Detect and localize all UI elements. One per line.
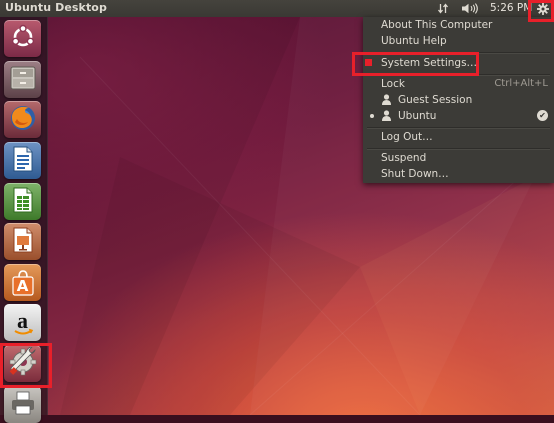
menu-item-shut-down[interactable]: Shut Down… (381, 167, 449, 181)
launcher-calc[interactable] (4, 183, 41, 220)
launcher-printer[interactable] (4, 386, 41, 423)
software-center-glyph: A (16, 276, 29, 295)
launcher-files[interactable] (4, 61, 41, 98)
menu-separator (367, 148, 550, 150)
menu-item-lock[interactable]: Lock (381, 77, 405, 91)
firefox-icon (9, 104, 37, 136)
amazon-icon: a (10, 309, 36, 337)
launcher-firefox[interactable] (4, 101, 41, 138)
menu-item-guest-session[interactable]: Guest Session (398, 93, 472, 107)
lock-shortcut: Ctrl+Alt+L (494, 78, 548, 89)
launcher-writer[interactable] (4, 142, 41, 179)
impress-presentation-icon (10, 226, 36, 258)
menu-item-help[interactable]: Ubuntu Help (381, 34, 447, 48)
launcher-amazon[interactable]: a (4, 304, 41, 341)
menu-item-about[interactable]: About This Computer (381, 18, 492, 32)
ubuntu-logo-icon (10, 24, 36, 54)
shopping-bag-icon: A (10, 269, 36, 297)
printer-icon (9, 390, 37, 420)
window-title: Ubuntu Desktop (5, 1, 107, 14)
calc-spreadsheet-icon (10, 186, 36, 218)
highlight-gear-icon (528, 0, 554, 22)
top-panel: Ubuntu Desktop 5:26 PM (0, 0, 554, 17)
menu-item-log-out[interactable]: Log Out… (381, 130, 433, 144)
session-menu: About This Computer Ubuntu Help System S… (363, 17, 554, 183)
writer-document-icon (10, 145, 36, 177)
active-check-icon: ✔ (537, 110, 548, 121)
launcher-dash-home[interactable] (4, 20, 41, 57)
menu-item-user-ubuntu[interactable]: Ubuntu (398, 109, 436, 123)
current-user-bullet (370, 114, 374, 118)
menu-separator (367, 127, 550, 129)
person-icon (382, 94, 391, 105)
clock[interactable]: 5:26 PM (490, 2, 532, 14)
highlight-system-settings-launcher (0, 343, 52, 388)
highlight-marker (365, 59, 372, 66)
person-icon (382, 110, 391, 121)
network-transfer-icon[interactable] (436, 0, 450, 17)
file-cabinet-icon (9, 65, 37, 95)
menu-item-suspend[interactable]: Suspend (381, 151, 426, 165)
launcher-software-center[interactable]: A (4, 264, 41, 301)
launcher-impress[interactable] (4, 223, 41, 260)
volume-icon[interactable] (459, 0, 481, 17)
